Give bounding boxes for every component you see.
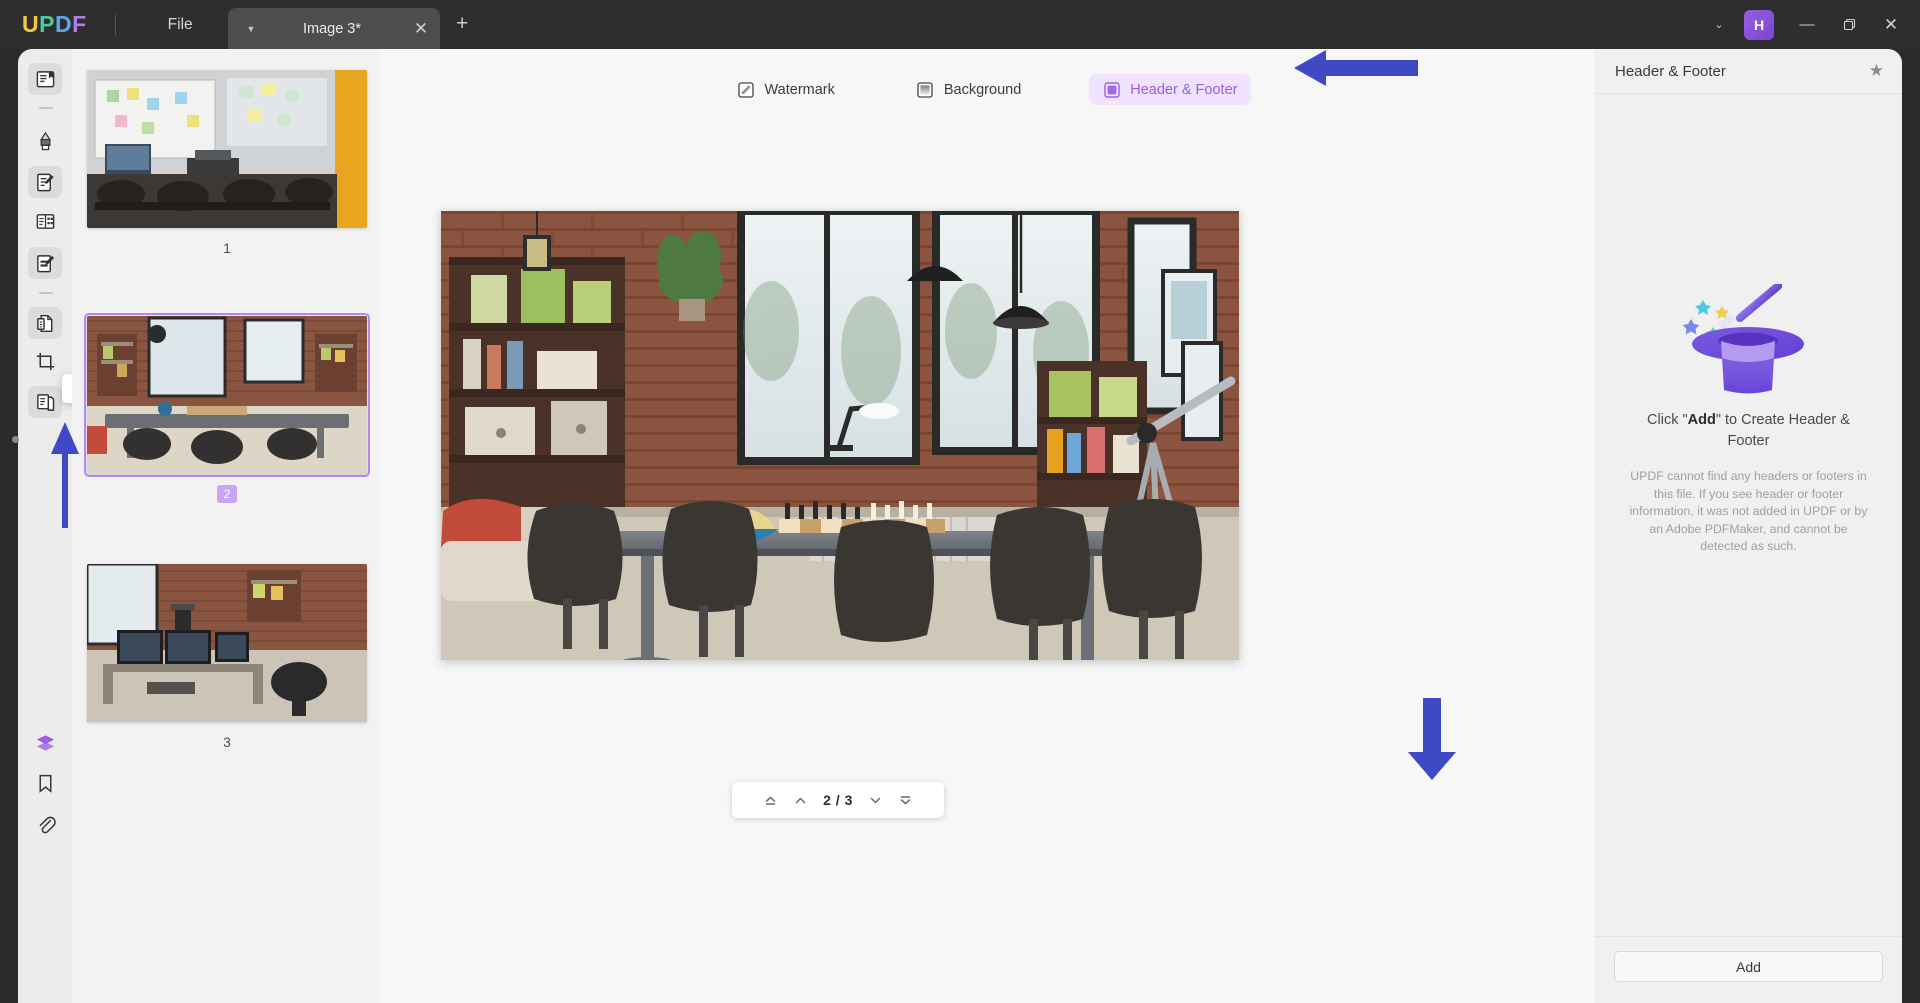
thumbnail-page-number: 2	[217, 485, 237, 503]
panel-title: Header & Footer	[1615, 63, 1869, 80]
document-tab[interactable]: ▼ Image 3* ✕	[228, 8, 440, 49]
tab-header-footer-label: Header & Footer	[1130, 82, 1237, 98]
tab-watermark[interactable]: Watermark	[724, 74, 849, 105]
new-tab-icon[interactable]: +	[456, 14, 468, 34]
thumbnail-image[interactable]	[87, 564, 367, 722]
tab-background[interactable]: Background	[903, 74, 1035, 105]
sidebar-layers-icon[interactable]	[28, 727, 62, 759]
page-3-preview	[87, 564, 367, 722]
thumbnail-item[interactable]: 2	[87, 316, 367, 503]
logo-letter-u: U	[22, 11, 39, 38]
rail-separator-1	[39, 107, 53, 109]
logo-letter-p: P	[39, 11, 55, 38]
prepare-form-icon	[35, 253, 56, 274]
title-bar: U P D F File Help ▼ Image 3* ✕ + ⌄ H — ✕	[0, 0, 1920, 49]
chevron-down-icon[interactable]: ⌄	[1702, 18, 1736, 31]
thumbnail-image[interactable]	[87, 70, 367, 228]
next-page-icon[interactable]	[863, 787, 889, 813]
sidebar-form-icon[interactable]	[28, 247, 62, 279]
menu-file[interactable]: File	[152, 10, 209, 40]
highlighter-icon	[35, 131, 56, 152]
sidebar-crop-icon[interactable]	[28, 345, 62, 377]
sidebar-reader-icon[interactable]	[28, 63, 62, 95]
panel-footer: Add	[1595, 936, 1902, 1003]
thumbnail-image[interactable]	[87, 316, 367, 474]
convert-icon	[35, 313, 56, 334]
window-controls: ⌄ H — ✕	[1702, 0, 1920, 49]
sidebar-bookmark-icon[interactable]	[28, 767, 62, 799]
tab-header-footer[interactable]: Header & Footer	[1089, 74, 1251, 105]
page-number-indicator[interactable]: 2 / 3	[817, 792, 859, 808]
empty-title-bold: Add	[1688, 412, 1716, 428]
sidebar-organize-icon[interactable]	[28, 205, 62, 237]
thumbnail-page-number: 3	[87, 735, 367, 750]
header-footer-icon	[1103, 81, 1120, 98]
magic-hat-illustration	[1595, 284, 1902, 396]
thumbnail-item[interactable]: 1	[87, 70, 367, 256]
rail-separator-2	[39, 292, 53, 294]
thumbnail-panel: 1	[72, 49, 380, 1003]
organize-pages-icon	[35, 211, 56, 232]
maximize-button[interactable]	[1828, 0, 1870, 49]
page-navigation: 2 / 3	[732, 782, 944, 818]
updf-logo: U P D F	[22, 11, 87, 38]
annotation-arrow-up	[46, 418, 84, 530]
favorite-star-icon[interactable]: ★	[1869, 61, 1884, 81]
tab-background-label: Background	[944, 82, 1021, 98]
last-page-icon[interactable]	[893, 787, 919, 813]
thumbnail-page-number: 1	[87, 241, 367, 256]
avatar[interactable]: H	[1744, 10, 1774, 40]
page-1-preview	[87, 70, 367, 228]
empty-state-title: Click "Add" to Create Header & Footer	[1595, 410, 1902, 452]
close-icon[interactable]: ✕	[408, 19, 434, 39]
document-viewer: Watermark Background He	[380, 49, 1595, 1003]
tab-title: Image 3*	[256, 21, 408, 37]
layers-icon	[35, 733, 56, 754]
sidebar-attachment-icon[interactable]	[28, 808, 62, 840]
rail-collapse-handle[interactable]	[12, 436, 19, 443]
watermark-icon	[738, 81, 755, 98]
window-close-button[interactable]: ✕	[1870, 0, 1912, 49]
empty-title-suffix: " to Create Header & Footer	[1716, 412, 1850, 449]
minimize-button[interactable]: —	[1786, 0, 1828, 49]
panel-header: Header & Footer ★	[1595, 49, 1902, 94]
logo-letter-d: D	[55, 11, 72, 38]
sidebar-convert-icon[interactable]	[28, 307, 62, 339]
tab-watermark-label: Watermark	[765, 82, 835, 98]
annotation-arrow-left	[1290, 48, 1420, 88]
empty-state-description: UPDF cannot find any headers or footers …	[1595, 468, 1902, 556]
bookmark-icon	[35, 773, 56, 794]
page-tools-icon	[35, 392, 56, 413]
background-icon	[917, 81, 934, 98]
maximize-icon	[1843, 18, 1856, 31]
empty-state: Click "Add" to Create Header & Footer UP…	[1595, 284, 1902, 556]
edit-document-icon	[35, 172, 56, 193]
previous-page-icon[interactable]	[787, 787, 813, 813]
page-canvas[interactable]	[441, 211, 1239, 660]
add-button[interactable]: Add	[1614, 951, 1883, 982]
sidebar-edit-icon[interactable]	[28, 166, 62, 198]
reader-icon	[35, 69, 56, 90]
crop-icon	[35, 351, 56, 372]
page-2-preview	[87, 316, 367, 474]
titlebar-divider	[115, 15, 116, 35]
annotation-arrow-down	[1402, 698, 1462, 782]
attachment-icon	[35, 814, 56, 835]
page-image	[441, 211, 1239, 660]
sidebar-page-tools-icon[interactable]	[28, 386, 62, 418]
sidebar-highlighter-icon[interactable]	[28, 125, 62, 157]
thumbnail-item[interactable]: 3	[87, 564, 367, 750]
logo-letter-f: F	[72, 11, 87, 38]
properties-panel: Header & Footer ★	[1595, 49, 1902, 1003]
empty-title-prefix: Click "	[1647, 412, 1688, 428]
first-page-icon[interactable]	[757, 787, 783, 813]
